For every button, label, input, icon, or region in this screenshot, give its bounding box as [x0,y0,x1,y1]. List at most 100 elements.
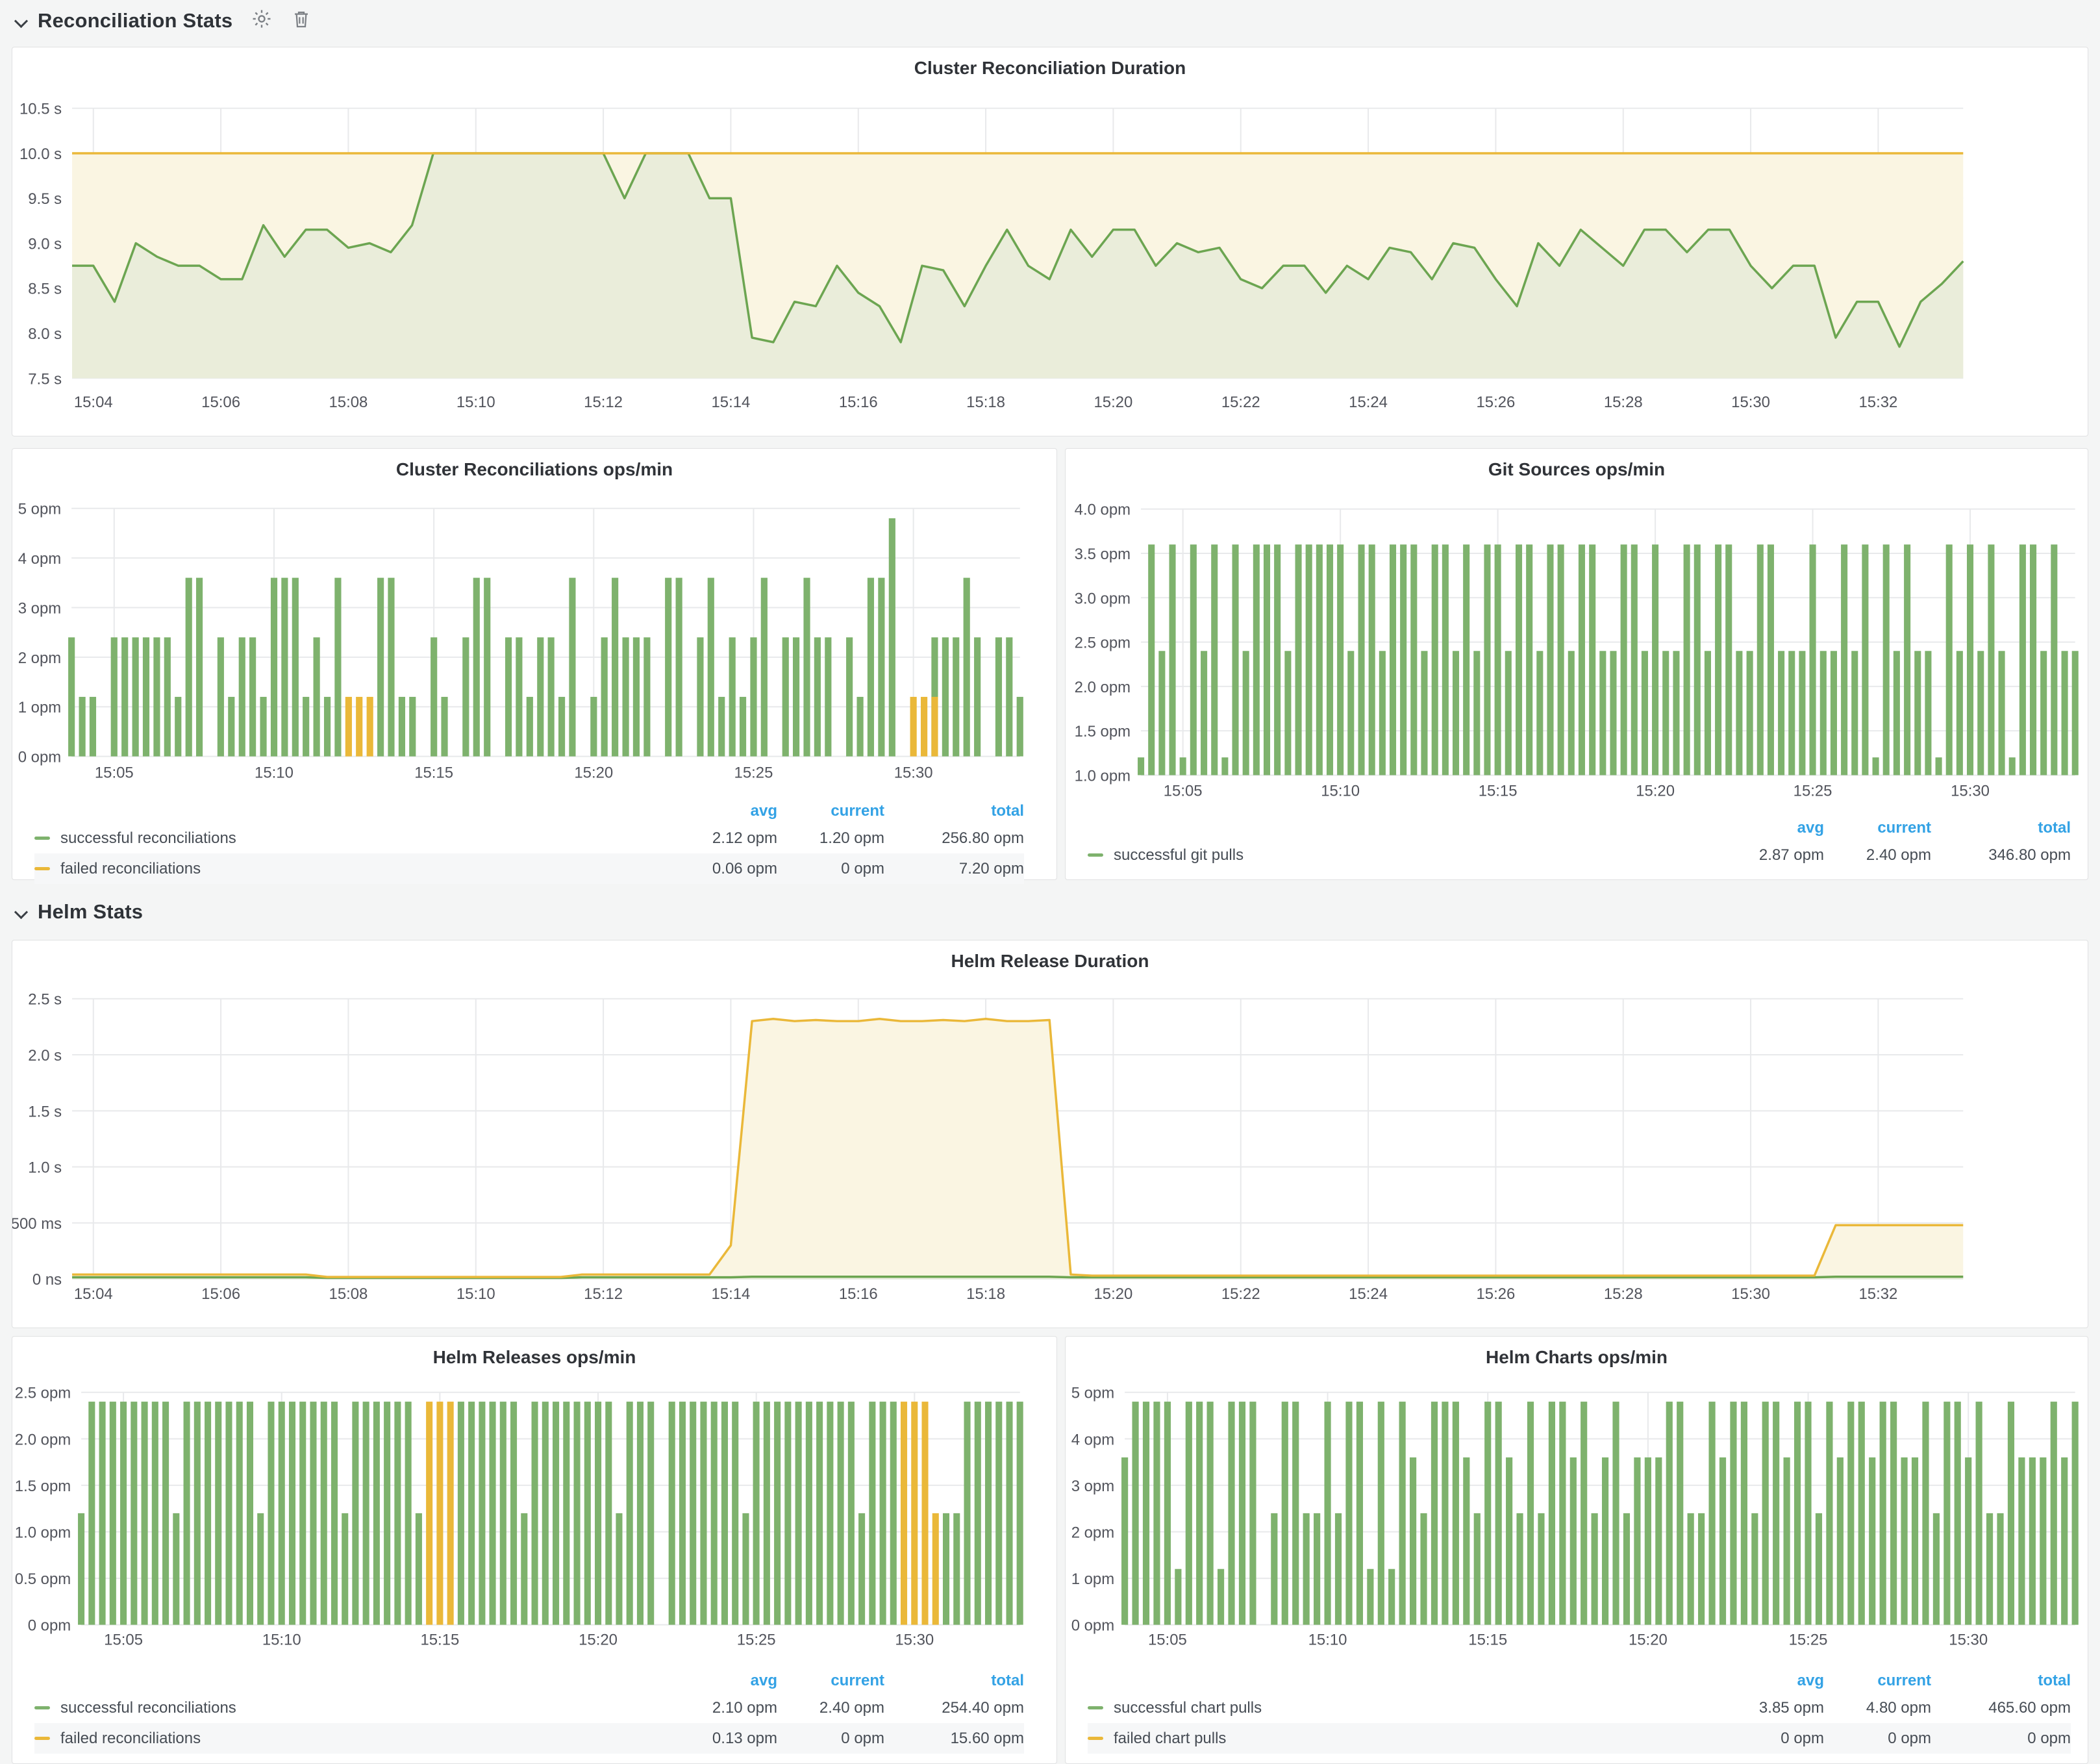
svg-text:0.5 opm: 0.5 opm [15,1570,71,1588]
col-avg[interactable]: avg [1710,819,1824,837]
svg-text:2 opm: 2 opm [1071,1524,1114,1541]
svg-text:15:20: 15:20 [1636,782,1675,800]
col-total[interactable]: total [884,802,1024,820]
svg-text:15:10: 15:10 [1308,1632,1347,1649]
section-reconciliation-stats: Reconciliation Stats [14,8,312,33]
stat-avg: 2.87 opm [1710,846,1824,864]
stat-total: 7.20 opm [884,860,1024,878]
svg-text:15:15: 15:15 [420,1632,459,1649]
helm-release-duration-chart[interactable]: 0 ns500 ms1.0 s1.5 s2.0 s2.5 s15:0415:06… [12,940,2088,1328]
legend: avg current total successful chart pulls… [1088,1669,2071,1754]
svg-text:3 opm: 3 opm [1071,1478,1114,1495]
svg-text:1.0 opm: 1.0 opm [1075,767,1131,785]
legend-row: successful reconciliations 2.10 opm 2.40… [34,1693,1024,1723]
stat-current: 2.40 opm [777,1699,884,1717]
svg-text:3 opm: 3 opm [18,599,61,617]
svg-text:15:25: 15:25 [1794,782,1832,800]
svg-text:15:30: 15:30 [1951,782,1990,800]
svg-text:10.0 s: 10.0 s [19,145,62,163]
svg-text:10.5 s: 10.5 s [19,101,62,118]
svg-text:0 opm: 0 opm [1071,1617,1114,1635]
chevron-down-icon[interactable] [14,905,29,919]
stat-total: 15.60 opm [884,1730,1024,1748]
svg-text:15:18: 15:18 [966,394,1005,411]
svg-text:1.5 opm: 1.5 opm [15,1478,71,1495]
svg-text:9.5 s: 9.5 s [28,190,62,208]
svg-text:4.0 opm: 4.0 opm [1075,501,1131,519]
col-current[interactable]: current [1824,819,1931,837]
svg-text:15:26: 15:26 [1476,1285,1515,1303]
legend-row: successful reconciliations 2.12 opm 1.20… [34,823,1024,853]
series-color-dash [1088,1737,1103,1740]
col-total[interactable]: total [1931,1672,2071,1690]
panel-git-sources-ops: Git Sources ops/min 1.0 opm1.5 opm2.0 op… [1065,448,2088,880]
trash-icon[interactable] [291,8,312,33]
svg-text:15:10: 15:10 [262,1632,301,1649]
series-label: failed chart pulls [1114,1730,1226,1748]
legend-row: failed reconciliations 0.06 opm 0 opm 7.… [34,853,1024,884]
col-current[interactable]: current [777,802,884,820]
col-current[interactable]: current [777,1672,884,1690]
svg-text:2.0 opm: 2.0 opm [15,1431,71,1448]
svg-text:15:18: 15:18 [966,1285,1005,1303]
stat-avg: 3.85 opm [1710,1699,1824,1717]
svg-text:15:08: 15:08 [329,394,368,411]
section-title[interactable]: Helm Stats [38,900,143,924]
series-color-dash [34,837,50,840]
col-avg[interactable]: avg [664,1672,777,1690]
series-label: successful reconciliations [60,1699,236,1717]
stat-total: 256.80 opm [884,829,1024,848]
svg-text:15:14: 15:14 [712,1285,751,1303]
svg-text:15:22: 15:22 [1221,394,1260,411]
section-title[interactable]: Reconciliation Stats [38,9,232,32]
stat-current: 1.20 opm [777,829,884,848]
svg-text:15:25: 15:25 [734,764,773,781]
cluster-reconciliation-duration-chart[interactable]: 7.5 s8.0 s8.5 s9.0 s9.5 s10.0 s10.5 s15:… [12,47,2088,436]
git-sources-ops-chart[interactable]: 1.0 opm1.5 opm2.0 opm2.5 opm3.0 opm3.5 o… [1066,449,2088,879]
legend-header: avg current total [34,1669,1024,1693]
svg-text:15:32: 15:32 [1858,394,1897,411]
svg-text:4 opm: 4 opm [18,550,61,568]
svg-text:1 opm: 1 opm [1071,1570,1114,1588]
series-label: successful git pulls [1114,846,1244,864]
series-label: successful reconciliations [60,829,236,848]
gear-icon[interactable] [251,8,273,33]
svg-text:5 opm: 5 opm [18,501,61,518]
svg-text:15:16: 15:16 [839,1285,878,1303]
svg-text:15:26: 15:26 [1476,394,1515,411]
stat-avg: 0.06 opm [664,860,777,878]
svg-text:1.5 s: 1.5 s [28,1103,62,1120]
svg-text:15:30: 15:30 [1949,1632,1988,1649]
svg-text:15:04: 15:04 [74,394,113,411]
col-total[interactable]: total [884,1672,1024,1690]
svg-text:15:10: 15:10 [456,1285,495,1303]
stat-avg: 0 opm [1710,1730,1824,1748]
panel-cluster-reconciliation-duration: Cluster Reconciliation Duration 7.5 s8.0… [12,47,2088,436]
svg-text:15:15: 15:15 [414,764,453,781]
stat-avg: 2.12 opm [664,829,777,848]
col-current[interactable]: current [1824,1672,1931,1690]
svg-text:15:06: 15:06 [201,1285,240,1303]
svg-text:15:15: 15:15 [1468,1632,1507,1649]
legend: avg current total successful git pulls 2… [1088,816,2071,870]
svg-text:7.5 s: 7.5 s [28,370,62,388]
col-avg[interactable]: avg [664,802,777,820]
col-avg[interactable]: avg [1710,1672,1824,1690]
svg-text:15:10: 15:10 [456,394,495,411]
svg-text:5 opm: 5 opm [1071,1385,1114,1402]
dashboard: Reconciliation Stats Cluster Reconciliat… [0,0,2100,1764]
panel-helm-releases-ops: Helm Releases ops/min 0 opm0.5 opm1.0 op… [12,1336,1057,1764]
svg-text:15:06: 15:06 [201,394,240,411]
stat-current: 4.80 opm [1824,1699,1931,1717]
series-color-dash [34,1737,50,1740]
series-color-dash [1088,1706,1103,1709]
svg-text:15:30: 15:30 [894,764,933,781]
chevron-down-icon[interactable] [14,14,29,28]
legend-row: successful chart pulls 3.85 opm 4.80 opm… [1088,1693,2071,1723]
svg-text:15:08: 15:08 [329,1285,368,1303]
panel-helm-release-duration: Helm Release Duration 0 ns500 ms1.0 s1.5… [12,940,2088,1328]
svg-text:15:20: 15:20 [1629,1632,1668,1649]
legend-row: failed chart pulls 0 opm 0 opm 0 opm [1088,1723,2071,1754]
svg-text:4 opm: 4 opm [1071,1431,1114,1448]
col-total[interactable]: total [1931,819,2071,837]
